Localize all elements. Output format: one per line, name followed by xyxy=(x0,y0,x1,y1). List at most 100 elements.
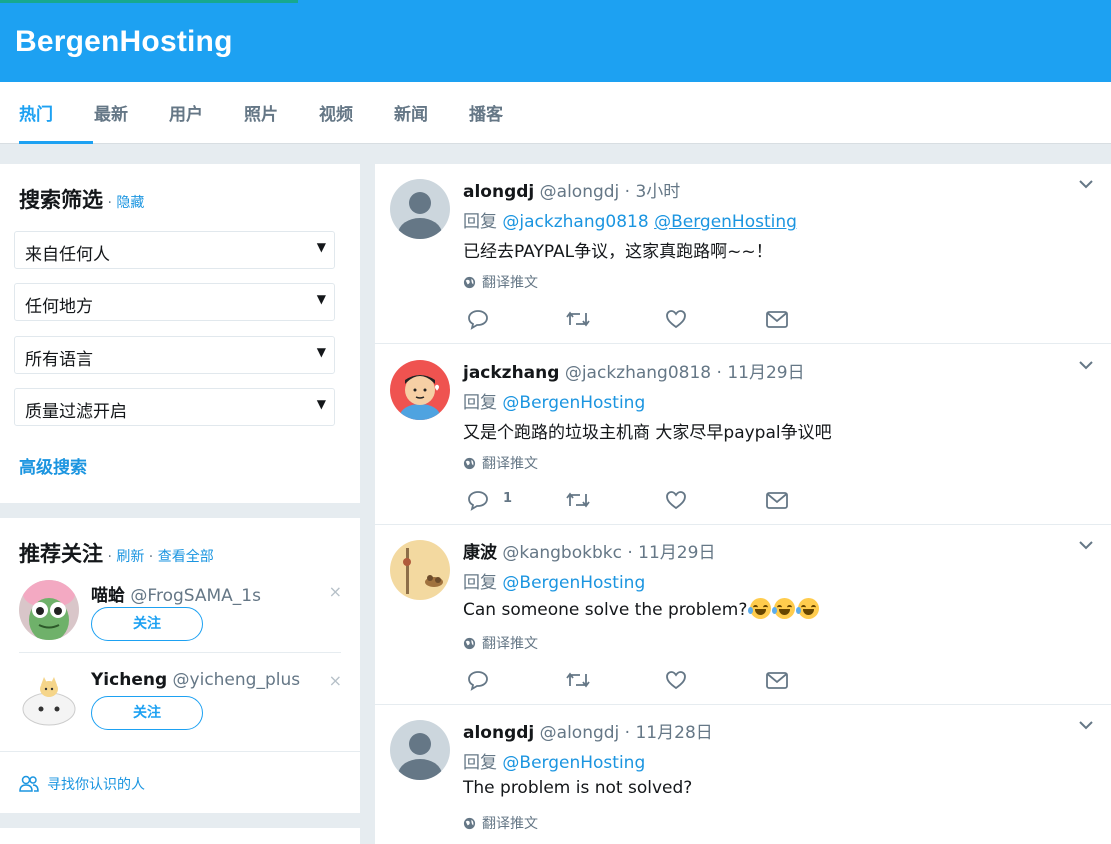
dropdown-arrow-icon: ▼ xyxy=(316,397,326,411)
avatar[interactable] xyxy=(390,179,450,239)
reply-context: 回复 @jackzhang0818 @BergenHosting xyxy=(463,212,797,232)
translate-tweet-link[interactable]: 翻译推文 xyxy=(463,453,538,473)
mention-link[interactable]: @jackzhang0818 xyxy=(502,212,648,232)
follow-sep: · xyxy=(103,549,117,565)
like-button[interactable] xyxy=(665,669,687,693)
reply-context: 回复 @BergenHosting xyxy=(463,573,646,593)
reply-context: 回复 @BergenHosting xyxy=(463,393,646,413)
tweet[interactable]: alongdj @alongdj · 11月28日 回复 @BergenHost… xyxy=(375,705,1111,844)
chevron-down-icon[interactable] xyxy=(1078,539,1094,551)
who-to-follow-card: 推荐关注 · 刷新 · 查看全部 喵蛤 @FrogSAMA_1s × 关注 Yi… xyxy=(0,518,360,813)
like-icon xyxy=(666,491,686,510)
follow-button[interactable]: 关注 xyxy=(91,607,203,641)
chevron-down-icon[interactable] xyxy=(1078,178,1094,190)
mention-link[interactable]: @BergenHosting xyxy=(502,753,645,773)
tweet-handle[interactable]: @alongdj xyxy=(540,723,620,743)
direct-message-button[interactable] xyxy=(765,489,789,513)
avatar[interactable] xyxy=(390,720,450,780)
like-button[interactable] xyxy=(665,489,687,513)
mention-link[interactable]: @BergenHosting xyxy=(654,212,797,232)
retweet-button[interactable] xyxy=(565,489,591,513)
like-icon xyxy=(666,310,686,329)
retweet-button[interactable] xyxy=(565,308,591,332)
avatar[interactable] xyxy=(390,360,450,420)
tweet-author-name[interactable]: 康波 xyxy=(463,543,497,563)
view-all-link[interactable]: 查看全部 xyxy=(158,549,214,565)
tweet-text: The problem is not solved? xyxy=(463,778,693,798)
select-value: 质量过滤开启 xyxy=(25,402,127,422)
tab-news[interactable]: 新闻 xyxy=(394,82,428,144)
tweet-handle[interactable]: @kangbokbkc xyxy=(502,543,622,563)
reply-button[interactable]: 1 xyxy=(467,489,512,513)
avatar[interactable] xyxy=(19,580,79,640)
tweet-author-name[interactable]: alongdj xyxy=(463,723,534,743)
language-select[interactable]: 所有语言 ▼ xyxy=(14,336,335,374)
suggested-user-name[interactable]: Yicheng @yicheng_plus xyxy=(91,670,300,690)
select-value: 来自任何人 xyxy=(25,245,110,265)
tweet[interactable]: 康波 @kangbokbkc · 11月29日 回复 @BergenHostin… xyxy=(375,525,1111,705)
next-card xyxy=(0,828,360,844)
retweet-icon xyxy=(566,311,590,327)
mention-link[interactable]: @BergenHosting xyxy=(502,393,645,413)
divider xyxy=(0,751,360,752)
brand-title[interactable]: BergenHosting xyxy=(15,25,233,59)
tweet-author-name[interactable]: alongdj xyxy=(463,182,534,202)
top-header: BergenHosting xyxy=(0,0,1111,82)
find-people-link[interactable]: 寻找你认识的人 xyxy=(19,774,145,794)
from-anyone-select[interactable]: 来自任何人 ▼ xyxy=(14,231,335,269)
search-filters-card: 搜索筛选 · 隐藏 来自任何人 ▼ 任何地方 ▼ 所有语言 ▼ 质量过滤开启 ▼… xyxy=(0,164,360,503)
loading-bar xyxy=(0,0,298,3)
globe-icon xyxy=(463,457,476,470)
tab-podcasts[interactable]: 播客 xyxy=(469,82,503,144)
anywhere-select[interactable]: 任何地方 ▼ xyxy=(14,283,335,321)
tweet-handle[interactable]: @jackzhang0818 xyxy=(565,363,711,383)
follow-button[interactable]: 关注 xyxy=(91,696,203,730)
direct-message-button[interactable] xyxy=(765,308,789,332)
filters-title: 搜索筛选 xyxy=(19,188,103,212)
quality-filter-select[interactable]: 质量过滤开启 ▼ xyxy=(14,388,335,426)
filters-heading: 搜索筛选 · 隐藏 xyxy=(19,184,144,214)
tweet-feed: alongdj @alongdj · 3小时 回复 @jackzhang0818… xyxy=(375,164,1111,844)
suggested-user: 喵蛤 @FrogSAMA_1s × 关注 xyxy=(0,576,360,664)
close-icon[interactable]: × xyxy=(329,582,342,601)
tweet-actions xyxy=(463,669,823,693)
tweet-time[interactable]: · 11月28日 xyxy=(619,723,713,743)
avatar[interactable] xyxy=(390,540,450,600)
advanced-search-link[interactable]: 高级搜索 xyxy=(19,453,87,478)
translate-tweet-link[interactable]: 翻译推文 xyxy=(463,633,538,653)
tab-videos[interactable]: 视频 xyxy=(319,82,353,144)
select-value: 所有语言 xyxy=(25,350,93,370)
tweet[interactable]: alongdj @alongdj · 3小时 回复 @jackzhang0818… xyxy=(375,164,1111,344)
tab-users[interactable]: 用户 xyxy=(169,82,203,144)
tweet-time[interactable]: · 11月29日 xyxy=(622,543,715,563)
like-button[interactable] xyxy=(665,308,687,332)
direct-message-button[interactable] xyxy=(765,669,789,693)
avatar[interactable] xyxy=(19,669,79,729)
reply-button[interactable] xyxy=(467,308,489,332)
chevron-down-icon[interactable] xyxy=(1078,719,1094,731)
reply-button[interactable] xyxy=(467,669,489,693)
tab-photos[interactable]: 照片 xyxy=(244,82,278,144)
tweet-header: alongdj @alongdj · 3小时 xyxy=(463,177,680,202)
like-icon xyxy=(666,671,686,690)
tab-latest[interactable]: 最新 xyxy=(94,82,128,144)
translate-tweet-link[interactable]: 翻译推文 xyxy=(463,272,538,292)
mention-link[interactable]: @BergenHosting xyxy=(502,573,645,593)
hide-filters-link[interactable]: 隐藏 xyxy=(116,195,144,211)
close-icon[interactable]: × xyxy=(329,671,342,690)
find-people-label: 寻找你认识的人 xyxy=(47,777,145,793)
tab-top[interactable]: 热门 xyxy=(19,82,93,144)
chevron-down-icon[interactable] xyxy=(1078,359,1094,371)
tweet[interactable]: jackzhang @jackzhang0818 · 11月29日 回复 @Be… xyxy=(375,345,1111,525)
suggested-user-name[interactable]: 喵蛤 @FrogSAMA_1s xyxy=(91,581,261,606)
tweet-time[interactable]: · 11月29日 xyxy=(711,363,805,383)
tweet-text: 已经去PAYPAL争议，这家真跑路啊~~！ xyxy=(463,242,773,262)
translate-tweet-link[interactable]: 翻译推文 xyxy=(463,813,538,833)
tears-of-joy-emoji-icon xyxy=(748,598,772,619)
tweet-header: 康波 @kangbokbkc · 11月29日 xyxy=(463,538,715,563)
tweet-handle[interactable]: @alongdj xyxy=(540,182,620,202)
tweet-time[interactable]: · 3小时 xyxy=(619,182,681,202)
retweet-button[interactable] xyxy=(565,669,591,693)
refresh-link[interactable]: 刷新 xyxy=(116,549,144,565)
tweet-author-name[interactable]: jackzhang xyxy=(463,363,559,383)
